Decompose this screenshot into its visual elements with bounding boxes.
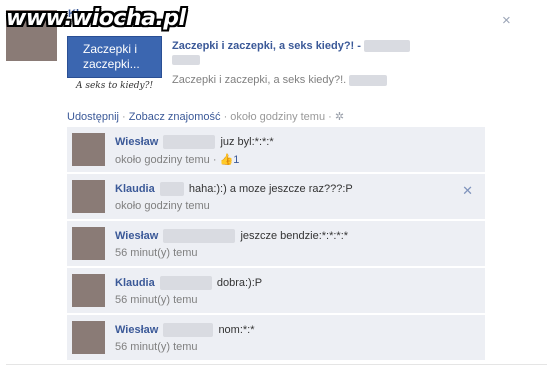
remove-comment-icon[interactable]: ✕ — [462, 183, 473, 199]
avatar[interactable] — [72, 227, 105, 260]
like-icon[interactable]: 👍 — [220, 154, 234, 166]
redacted-text — [163, 229, 236, 243]
link-description: Zaczepki i zaczepki, a seks kiedy?!. — [172, 74, 347, 86]
separator: · — [223, 111, 228, 123]
redacted-text — [172, 55, 200, 66]
avatar[interactable] — [72, 321, 105, 354]
avatar[interactable] — [72, 133, 105, 166]
close-icon[interactable]: × — [502, 12, 511, 29]
comment: Klaudia haha:):) a moze jeszcze raz???:P… — [67, 174, 485, 220]
redacted-text — [163, 135, 216, 149]
comment-author[interactable]: Wiesław — [115, 136, 158, 148]
link-description-row: Zaczepki i zaczepki, a seks kiedy?!. — [172, 74, 388, 86]
see-friendship-link[interactable]: Zobacz znajomość — [129, 111, 221, 123]
comment-author[interactable]: Klaudia — [115, 277, 155, 289]
avatar[interactable] — [72, 274, 105, 307]
redacted-text — [159, 276, 212, 290]
comment-time[interactable]: 56 minut(y) temu — [115, 294, 198, 306]
comment: Wiesław juz byl:*:*:* około godziny temu… — [67, 127, 485, 173]
comment-author[interactable]: Klaudia — [115, 183, 155, 195]
comment-time[interactable]: 56 minut(y) temu — [115, 341, 198, 353]
separator: · — [328, 111, 332, 123]
post-actions: Udostępnij · Zobacz znajomość · około go… — [67, 110, 344, 123]
redacted-text — [159, 182, 184, 196]
avatar[interactable] — [72, 180, 105, 213]
link-thumbnail[interactable]: Zaczepki i zaczepki... — [67, 36, 162, 78]
comment-text: haha:):) a moze jeszcze raz???:P — [188, 182, 353, 195]
divider — [6, 364, 547, 365]
redacted-text — [364, 40, 410, 53]
thumbnail-caption: A seks to kiedy?! — [76, 81, 154, 91]
comment-text: nom:*:* — [218, 323, 255, 336]
comment-time[interactable]: około godziny temu — [115, 154, 210, 166]
like-count[interactable]: 1 — [233, 154, 239, 166]
comment-author[interactable]: Wiesław — [115, 324, 158, 336]
comments-list: Wiesław juz byl:*:*:* około godziny temu… — [67, 127, 485, 362]
comment: Wiesław nom:*:* 56 minut(y) temu — [67, 315, 485, 361]
comment-text: dobra:):P — [216, 276, 263, 289]
comment-text: jeszcze bendzie:*:*:*:* — [240, 229, 349, 242]
watermark: www.wiocha.pl — [6, 6, 186, 31]
separator: · — [212, 154, 217, 166]
comment: Klaudia dobra:):P 56 minut(y) temu — [67, 268, 485, 314]
share-link[interactable]: Udostępnij — [67, 111, 119, 123]
redacted-text — [349, 74, 388, 86]
comment-author[interactable]: Wiesław — [115, 230, 158, 242]
gear-icon[interactable]: ✲ — [335, 111, 344, 123]
post-timestamp[interactable]: około godziny temu — [230, 111, 325, 123]
link-title-row: Zaczepki i zaczepki, a seks kiedy?! - — [172, 40, 410, 66]
comment: Wiesław jeszcze bendzie:*:*:*:* 56 minut… — [67, 221, 485, 267]
comment-time[interactable]: 56 minut(y) temu — [115, 247, 198, 259]
separator: · — [122, 111, 126, 123]
link-title[interactable]: Zaczepki i zaczepki, a seks kiedy?! - — [172, 40, 361, 52]
comment-text: juz byl:*:*:* — [220, 135, 274, 148]
comment-time[interactable]: około godziny temu — [115, 200, 210, 212]
redacted-text — [163, 323, 214, 337]
